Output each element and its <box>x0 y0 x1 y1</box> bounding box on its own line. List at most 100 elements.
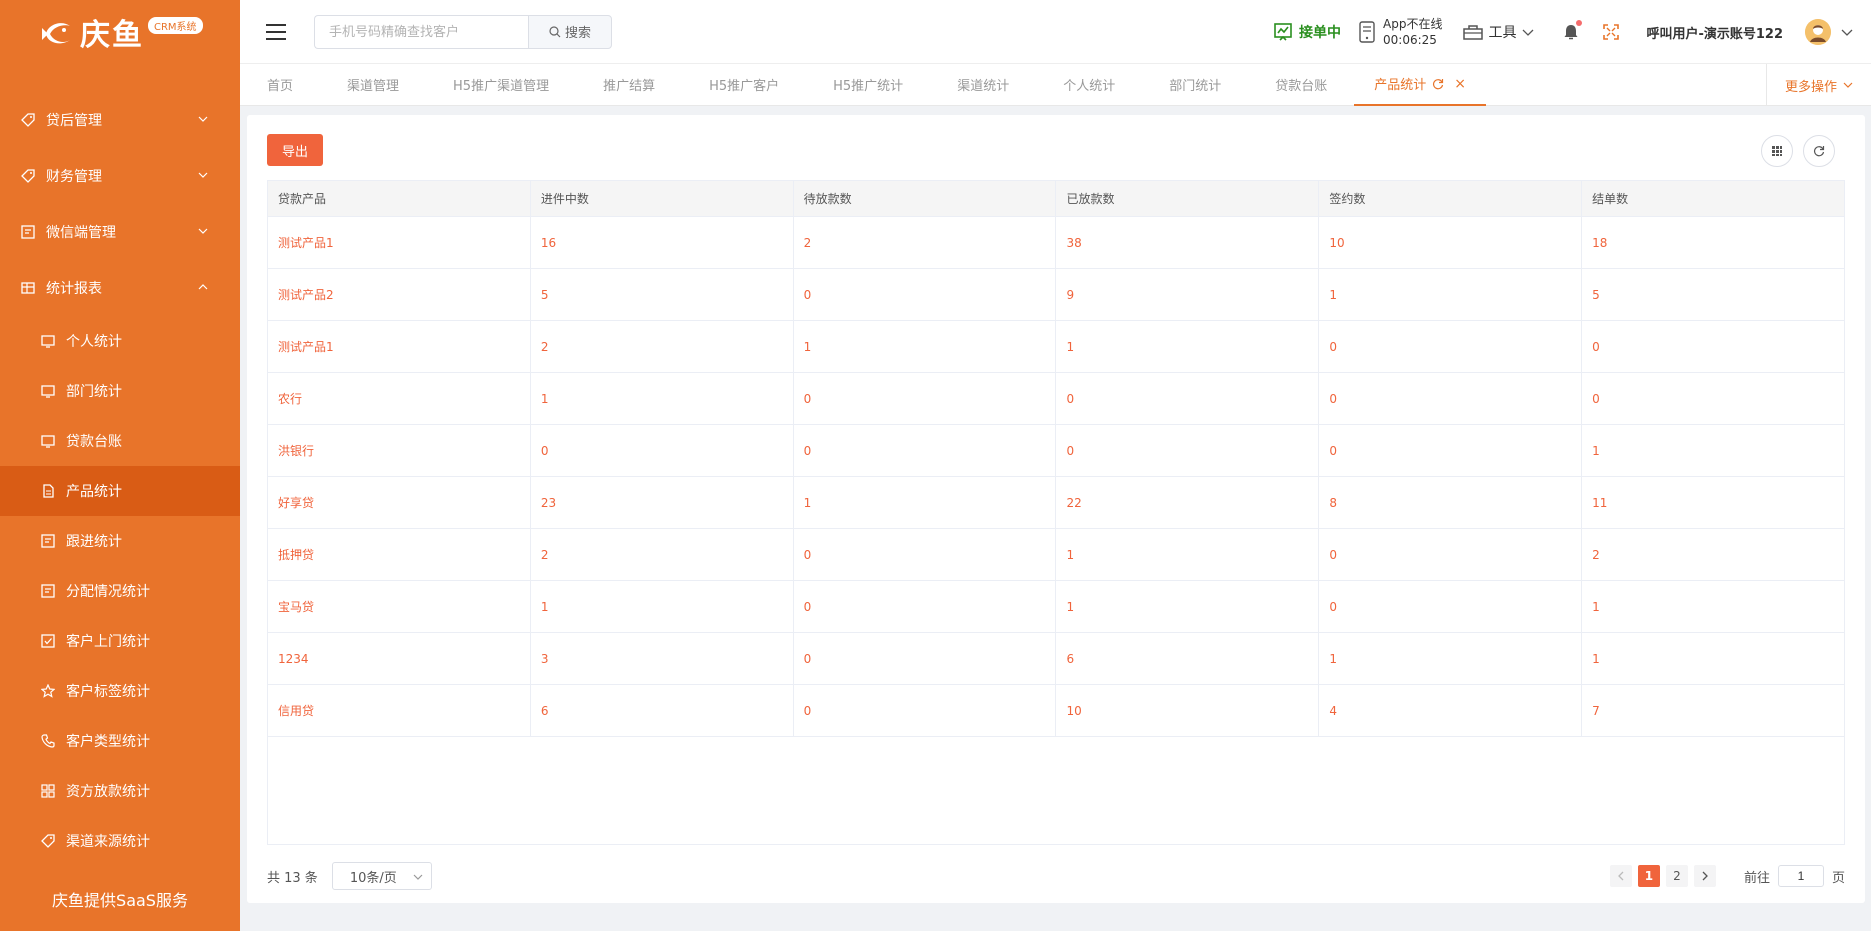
header-right: 接单中 App不在线 00:06:25 工具 呼叫用户-演示账号122 <box>1273 0 1853 64</box>
tab-personal-stats[interactable]: 个人统计 <box>1036 64 1142 106</box>
table-row[interactable]: 测试产品1 2 1 1 0 0 <box>267 320 1845 373</box>
table-cell: 0 <box>792 528 1057 581</box>
column-header[interactable]: 结单数 <box>1581 180 1845 217</box>
refresh-icon[interactable] <box>1432 78 1444 90</box>
avatar[interactable] <box>1805 19 1831 45</box>
table-row[interactable]: 测试产品2 5 0 9 1 5 <box>267 268 1845 321</box>
more-operations-dropdown[interactable]: 更多操作 <box>1766 64 1871 106</box>
sidebar-item-channel-source-stats[interactable]: 渠道来源统计 <box>0 816 240 866</box>
table-cell: 1 <box>1055 580 1320 633</box>
tab-h5-customers[interactable]: H5推广客户 <box>682 64 806 106</box>
next-page-button[interactable] <box>1693 865 1716 887</box>
tab-product-stats[interactable]: 产品统计 × <box>1354 64 1486 106</box>
user-name[interactable]: 呼叫用户-演示账号122 <box>1646 23 1783 42</box>
tab-dept-stats[interactable]: 部门统计 <box>1142 64 1248 106</box>
column-header[interactable]: 已放款数 <box>1055 180 1320 217</box>
refresh-button[interactable] <box>1803 135 1835 167</box>
table-row[interactable]: 抵押贷 2 0 1 0 2 <box>267 528 1845 581</box>
hamburger-menu-icon[interactable] <box>266 23 286 40</box>
table-cell: 3 <box>529 632 794 685</box>
column-header[interactable]: 贷款产品 <box>267 180 531 217</box>
table-cell: 5 <box>529 268 794 321</box>
table-row[interactable]: 测试产品1 16 2 38 10 18 <box>267 216 1845 269</box>
tab-channel-stats[interactable]: 渠道统计 <box>930 64 1036 106</box>
table-row[interactable]: 洪银行 0 0 0 0 1 <box>267 424 1845 477</box>
order-status[interactable]: 接单中 <box>1273 22 1341 42</box>
search-box: 搜索 <box>314 14 612 49</box>
sidebar-item-label: 贷款台账 <box>66 434 122 450</box>
sidebar-item-label: 渠道来源统计 <box>66 834 150 850</box>
sidebar-item-funder-stats[interactable]: 资方放款统计 <box>0 766 240 816</box>
table-cell: 0 <box>1055 424 1320 477</box>
tab-loan-ledger[interactable]: 贷款台账 <box>1248 64 1354 106</box>
sidebar-item-label: 产品统计 <box>66 484 122 500</box>
table-cell: 1 <box>1581 632 1845 685</box>
sidebar-item-dept-stats[interactable]: 部门统计 <box>0 366 240 416</box>
sidebar-item-label: 客户上门统计 <box>66 634 150 650</box>
table-cell: 1 <box>1318 632 1583 685</box>
sidebar-item-tag-stats[interactable]: 客户标签统计 <box>0 666 240 716</box>
table-cell: 6 <box>1055 632 1320 685</box>
sidebar-item-allocation-stats[interactable]: 分配情况统计 <box>0 566 240 616</box>
menu-label: 财务管理 <box>46 169 102 185</box>
table-row[interactable]: 宝马贷 1 0 1 0 1 <box>267 580 1845 633</box>
table-cell: 1 <box>792 320 1057 373</box>
tab-home[interactable]: 首页 <box>240 64 320 106</box>
table-cell: 1 <box>1581 580 1845 633</box>
page-button-2[interactable]: 2 <box>1665 865 1688 887</box>
table-cell: 0 <box>1581 372 1845 425</box>
notification-dot <box>1576 20 1583 26</box>
sidebar-item-product-stats[interactable]: 产品统计 <box>0 466 240 516</box>
search-input[interactable] <box>314 14 528 49</box>
tab-channel-management[interactable]: 渠道管理 <box>320 64 426 106</box>
table-row[interactable]: 好享贷 23 1 22 8 11 <box>267 476 1845 529</box>
tab-h5-stats[interactable]: H5推广统计 <box>806 64 930 106</box>
notification-bell-icon[interactable] <box>1562 20 1583 41</box>
pagination: 共 13 条 10条/页 1 2 前往 页 <box>267 861 1845 891</box>
menu-item-finance[interactable]: 财务管理 <box>0 148 240 204</box>
column-header[interactable]: 待放款数 <box>792 180 1057 217</box>
goto-page-input[interactable] <box>1777 865 1824 887</box>
close-icon[interactable]: × <box>1454 76 1466 92</box>
pager-controls: 1 2 前往 页 <box>1604 861 1845 891</box>
sidebar-item-label: 分配情况统计 <box>66 584 150 600</box>
column-settings-button[interactable] <box>1761 135 1793 167</box>
page-size-select[interactable]: 10条/页 <box>331 862 432 890</box>
tab-h5-channel-management[interactable]: H5推广渠道管理 <box>426 64 576 106</box>
table-cell: 信用贷 <box>267 684 531 737</box>
tab-label: 产品统计 <box>1374 78 1427 93</box>
search-icon <box>549 25 561 37</box>
table-header-row: 贷款产品 进件中数 待放款数 已放款数 签约数 结单数 <box>267 180 1845 217</box>
table-row[interactable]: 农行 1 0 0 0 0 <box>267 372 1845 425</box>
monitor-icon <box>40 433 56 449</box>
page-button-1[interactable]: 1 <box>1637 865 1660 887</box>
menu-item-post-loan[interactable]: 贷后管理 <box>0 92 240 148</box>
brand-name: 庆鱼 <box>80 18 144 53</box>
chevron-down-icon <box>198 116 208 122</box>
column-header[interactable]: 签约数 <box>1318 180 1583 217</box>
tab-bar: 首页 渠道管理 H5推广渠道管理 推广结算 H5推广客户 H5推广统计 渠道统计… <box>240 64 1871 106</box>
logo: 庆鱼 CRM系统 <box>0 0 240 64</box>
menu-item-wechat[interactable]: 微信端管理 <box>0 204 240 260</box>
tools-dropdown[interactable]: 工具 <box>1462 22 1538 42</box>
sidebar-item-type-stats[interactable]: 客户类型统计 <box>0 716 240 766</box>
order-status-label: 接单中 <box>1299 25 1341 41</box>
prev-page-button[interactable] <box>1609 865 1632 887</box>
fullscreen-icon[interactable] <box>1602 23 1620 41</box>
edit-icon <box>20 224 36 240</box>
table-row[interactable]: 1234 3 0 6 1 1 <box>267 632 1845 685</box>
monitor-icon <box>40 333 56 349</box>
sidebar-item-visit-stats[interactable]: 客户上门统计 <box>0 616 240 666</box>
column-header[interactable]: 进件中数 <box>529 180 794 217</box>
sidebar-item-loan-ledger[interactable]: 贷款台账 <box>0 416 240 466</box>
chevron-down-icon[interactable] <box>1841 27 1853 37</box>
sidebar-item-personal-stats[interactable]: 个人统计 <box>0 316 240 366</box>
sidebar-item-followup-stats[interactable]: 跟进统计 <box>0 516 240 566</box>
menu-item-reports[interactable]: 统计报表 <box>0 260 240 316</box>
export-button[interactable]: 导出 <box>267 134 323 166</box>
sidebar-item-label: 客户标签统计 <box>66 684 150 700</box>
search-button[interactable]: 搜索 <box>528 14 612 49</box>
header: 搜索 接单中 App不在线 00:06:25 工具 呼叫用户-演示账号122 <box>240 0 1871 64</box>
table-row[interactable]: 信用贷 6 0 10 4 7 <box>267 684 1845 737</box>
tab-promotion-settlement[interactable]: 推广结算 <box>576 64 682 106</box>
